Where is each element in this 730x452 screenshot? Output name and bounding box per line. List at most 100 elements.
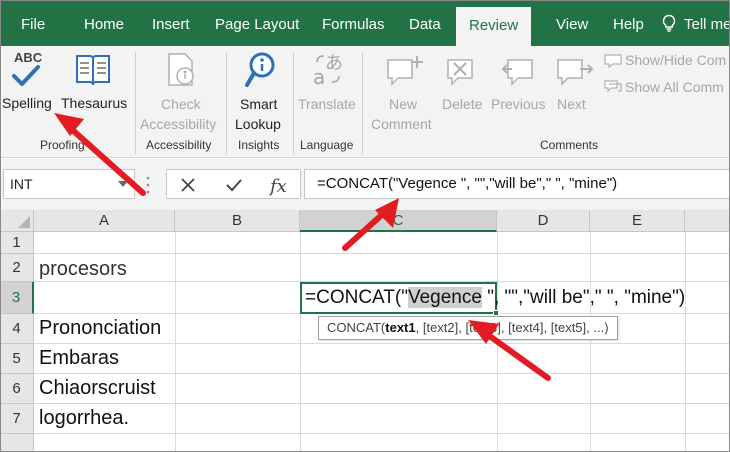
gridline (34, 253, 730, 254)
row-header-6[interactable]: 6 (0, 374, 34, 404)
insert-function-icon[interactable]: fx (270, 176, 287, 197)
function-tooltip: CONCAT(text1, [text2], [text3], [text4],… (318, 316, 618, 340)
formula-bar-area: INT fx =CONCAT("Vegence ", "","will be",… (0, 159, 730, 210)
delete-label: Delete (442, 96, 483, 112)
previous-comment-icon (501, 59, 533, 86)
select-all-triangle-icon (18, 216, 30, 228)
row-header-8[interactable] (0, 434, 34, 452)
next-label: Next (557, 96, 586, 112)
comment-label: Comment (371, 116, 432, 132)
select-all-button[interactable] (0, 210, 34, 232)
cell-c3-editor[interactable]: =CONCAT("Vegence ", "","will be"," ", "m… (305, 287, 685, 309)
svg-text:a: a (313, 65, 325, 88)
new-comment-icon (387, 56, 423, 86)
row-header-3[interactable]: 3 (0, 282, 34, 314)
new-label: New (389, 96, 418, 112)
tab-view[interactable]: View (556, 0, 588, 46)
row-header-7[interactable]: 7 (0, 404, 34, 434)
row-header-4[interactable]: 4 (0, 314, 34, 344)
gridline (34, 433, 730, 434)
group-label-proofing: Proofing (40, 138, 85, 152)
check-accessibility-icon (168, 53, 194, 86)
previous-label: Previous (491, 96, 546, 112)
group-separator (226, 52, 227, 154)
spelling-label: Spelling (2, 95, 52, 111)
formula-buttons: fx (166, 169, 301, 199)
gridline (300, 232, 301, 452)
thesaurus-label: Thesaurus (61, 95, 128, 111)
abc-icon-label: ABC (14, 50, 43, 65)
next-comment-icon (557, 59, 594, 86)
translate-label: Translate (298, 96, 356, 112)
show-hide-comment-icon (604, 54, 622, 68)
lookup-label: Lookup (235, 116, 281, 132)
smart-label: Smart (240, 96, 278, 112)
column-header-d[interactable]: D (497, 210, 590, 232)
cell-a2[interactable]: procesors (39, 258, 127, 281)
group-separator (293, 52, 294, 154)
gridline (34, 373, 730, 374)
tab-home[interactable]: Home (84, 0, 124, 46)
smart-lookup-icon (245, 52, 275, 87)
delete-comment-icon (447, 59, 473, 86)
column-header-a[interactable]: A (34, 210, 175, 232)
cell-a7[interactable]: logorrhea. (39, 407, 129, 430)
tab-help[interactable]: Help (613, 0, 644, 46)
gridline (34, 343, 730, 344)
tab-formulas[interactable]: Formulas (322, 0, 385, 46)
enter-check-icon[interactable] (225, 177, 243, 193)
tab-page-layout[interactable]: Page Layout (215, 0, 299, 46)
column-header-f[interactable] (685, 210, 730, 232)
group-separator (362, 52, 363, 154)
ribbon-tab-bar: File Home Insert Page Layout Formulas Da… (0, 0, 730, 46)
check-label: Check (161, 96, 201, 112)
edit-prefix: =CONCAT(" (305, 287, 408, 308)
splitter-dots-icon[interactable] (146, 176, 150, 194)
gridline (590, 232, 591, 452)
accessibility-label: Accessibility (140, 116, 217, 132)
column-header-e[interactable]: E (590, 210, 685, 232)
cancel-x-icon[interactable] (180, 177, 196, 193)
translate-icon: a あ (313, 53, 343, 88)
group-label-comments: Comments (540, 138, 599, 152)
tooltip-rest: , [text2], [text3], [text4], [text5], ..… (415, 320, 609, 335)
svg-text:あ: あ (325, 53, 343, 74)
show-all-label: Show All Comm (625, 79, 724, 95)
column-header-b[interactable]: B (175, 210, 300, 232)
row-header-2[interactable]: 2 (0, 254, 34, 282)
group-label-insights: Insights (238, 138, 280, 152)
lightbulb-icon (662, 14, 676, 32)
gridline (34, 403, 730, 404)
row-header-1[interactable]: 1 (0, 232, 34, 254)
row-header-5[interactable]: 5 (0, 344, 34, 374)
group-label-accessibility: Accessibility (146, 138, 212, 152)
tooltip-arg1[interactable]: text1 (385, 320, 415, 335)
column-header-c[interactable]: C (300, 210, 497, 232)
excel-window: File Home Insert Page Layout Formulas Da… (0, 0, 730, 452)
ribbon-review: ABC Spelling Thesaurus Proofing Check Ac… (0, 46, 730, 158)
spelling-check-icon (12, 65, 40, 86)
book-icon (76, 55, 110, 86)
show-hide-label: Show/Hide Com (625, 52, 727, 68)
tooltip-func: CONCAT( (327, 320, 386, 335)
name-box[interactable]: INT (3, 169, 135, 199)
gridline (175, 232, 176, 452)
group-label-language: Language (300, 138, 354, 152)
tab-data[interactable]: Data (409, 0, 441, 46)
tab-review[interactable]: Review (456, 7, 532, 46)
name-box-value: INT (10, 176, 33, 192)
cell-a5[interactable]: Embaras (39, 347, 119, 370)
edit-suffix: ", "","will be"," ", "mine") (481, 287, 686, 308)
group-separator (135, 52, 136, 154)
show-all-comments-icon (604, 80, 622, 93)
tab-file[interactable]: File (21, 0, 45, 46)
gridline (497, 232, 498, 452)
tell-me-search[interactable]: Tell me (660, 0, 730, 46)
cell-a6[interactable]: Chiaorscruist (39, 377, 156, 400)
chevron-down-icon[interactable] (118, 181, 128, 187)
gridline (685, 232, 686, 452)
tab-insert[interactable]: Insert (152, 0, 190, 46)
formula-input[interactable]: =CONCAT("Vegence ", "","will be"," ", "m… (304, 169, 730, 199)
cell-a4[interactable]: Prononciation (39, 317, 161, 340)
worksheet-grid: A B C D E 1 2 3 4 5 6 7 procesors Pronon… (0, 210, 730, 452)
